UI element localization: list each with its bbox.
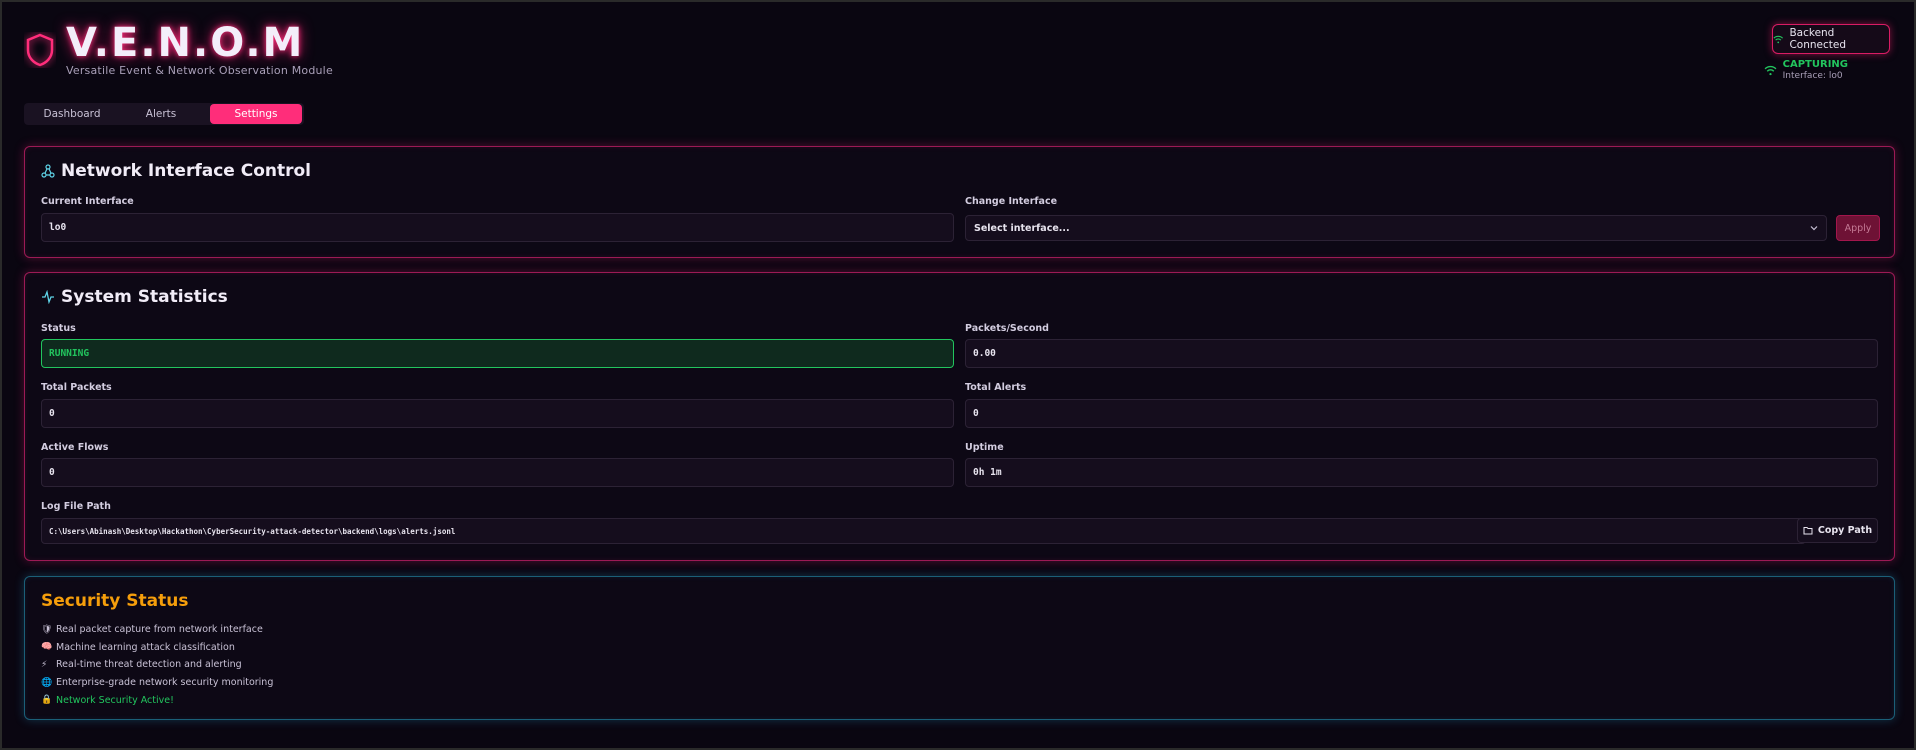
backend-status-badge: Backend Connected [1772,24,1890,54]
stats-panel-title-text: System Statistics [61,287,228,307]
uptime-label: Uptime [965,442,1004,453]
wifi-icon [1764,65,1777,76]
log-file-path-label: Log File Path [41,501,111,512]
app-title: V.E.N.O.M [66,20,305,66]
network-interface-panel: Network Interface Control Current Interf… [24,146,1895,258]
list-item-text: Network Security Active! [56,694,174,706]
security-panel-title: Security Status [41,591,189,611]
main-tabs: Dashboard Alerts Settings [24,103,304,125]
list-item: 🌐 Enterprise-grade network security moni… [41,674,273,692]
list-item-text: Enterprise-grade network security monito… [56,677,274,689]
list-item: 🧠 Machine learning attack classification [41,639,273,657]
brain-icon: 🧠 [41,642,53,653]
capture-status: CAPTURING Interface: lo0 [1764,59,1848,81]
stats-panel-title: System Statistics [41,287,228,307]
system-statistics-panel: System Statistics Status RUNNING Packets… [24,272,1895,561]
wifi-icon [1773,35,1783,43]
packets-per-second-label: Packets/Second [965,323,1049,334]
uptime-field: 0h 1m [965,458,1878,487]
app-header: V.E.N.O.M Versatile Event & Network Obse… [24,20,333,77]
copy-path-button[interactable]: Copy Path [1797,518,1878,543]
network-panel-title-text: Network Interface Control [61,161,312,181]
app-subtitle: Versatile Event & Network Observation Mo… [66,64,333,77]
capture-state-text: CAPTURING [1782,59,1848,70]
list-item-text: Real packet capture from network interfa… [56,624,263,636]
interface-select-placeholder: Select interface... [974,222,1070,234]
brand-block: V.E.N.O.M Versatile Event & Network Obse… [66,20,333,77]
total-alerts-label: Total Alerts [965,382,1027,393]
tab-settings[interactable]: Settings [210,104,302,124]
activity-icon [42,290,54,304]
security-feature-list: 🛡 Real packet capture from network inter… [41,621,273,709]
backend-status-label: Backend Connected [1789,27,1846,51]
lightning-icon: ⚡ [41,659,48,670]
folder-icon [1803,527,1813,535]
list-item: 🔒 Network Security Active! [41,691,273,709]
total-alerts-field: 0 [965,399,1878,428]
packets-per-second-field: 0.00 [965,339,1878,368]
capture-interface-text: Interface: lo0 [1782,71,1843,81]
copy-path-label: Copy Path [1817,525,1873,536]
status-field: RUNNING [41,339,954,368]
list-item: 🛡 Real packet capture from network inter… [41,621,273,639]
total-packets-field: 0 [41,399,954,428]
list-item-text: Machine learning attack classification [56,641,235,653]
current-interface-label: Current Interface [41,196,134,207]
status-label: Status [41,323,76,334]
interface-select[interactable]: Select interface... [965,215,1827,241]
log-file-path-field: C:\Users\Abinash\Desktop\Hackathon\Cyber… [41,518,1806,544]
network-panel-title: Network Interface Control [41,161,311,181]
list-item-text: Real-time threat detection and alerting [56,659,242,671]
active-flows-field: 0 [41,458,954,487]
shield-icon: 🛡 [41,624,53,635]
security-status-panel: Security Status 🛡 Real packet capture fr… [24,576,1895,720]
tab-dashboard[interactable]: Dashboard [26,104,118,124]
network-icon [41,164,55,178]
list-item: ⚡ Real-time threat detection and alertin… [41,656,273,674]
tab-alerts[interactable]: Alerts [118,104,204,124]
shield-logo-icon [26,33,54,67]
globe-icon: 🌐 [41,677,53,688]
lock-icon: 🔒 [41,695,53,706]
active-flows-label: Active Flows [41,442,109,453]
total-packets-label: Total Packets [41,382,112,393]
current-interface-field: lo0 [41,213,954,242]
apply-button[interactable]: Apply [1836,215,1880,241]
change-interface-label: Change Interface [965,196,1058,207]
chevron-down-icon [1810,226,1818,231]
